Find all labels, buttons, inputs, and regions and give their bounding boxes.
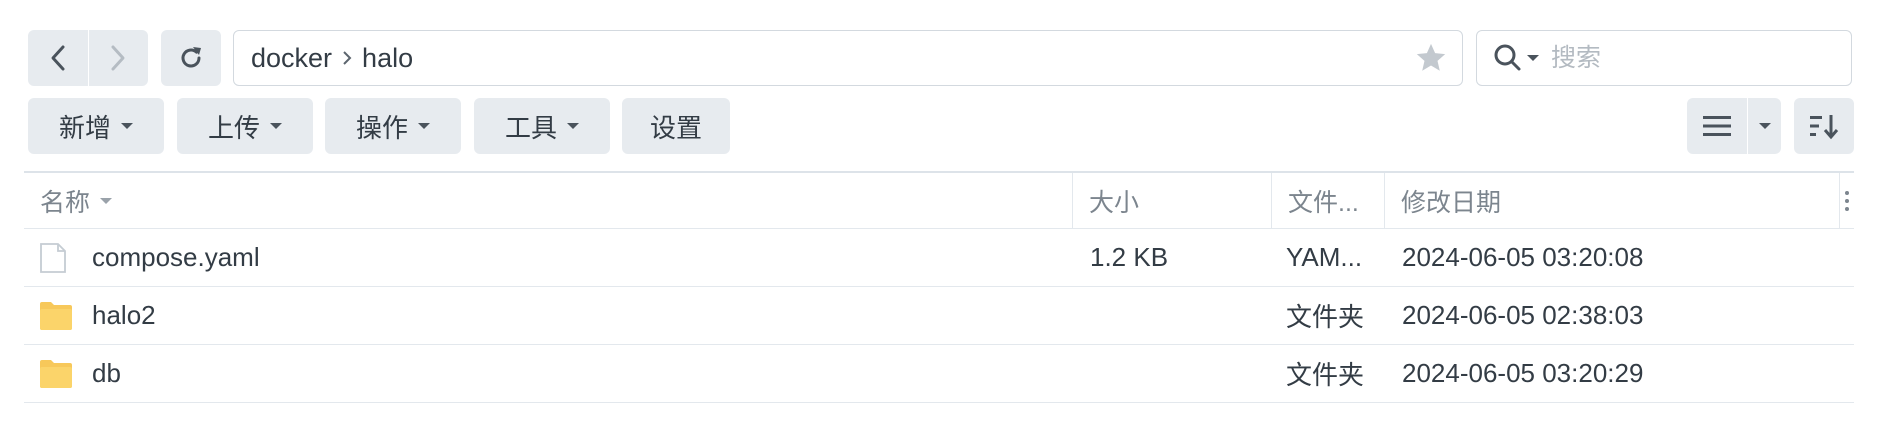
- file-modified: 2024-06-05 03:20:29: [1402, 358, 1644, 388]
- file-type: 文件夹: [1286, 302, 1365, 332]
- breadcrumb-segment-docker[interactable]: docker: [251, 43, 332, 74]
- create-button-label: 新增: [58, 112, 111, 143]
- create-button[interactable]: 新增: [28, 98, 164, 154]
- file-icon: [39, 242, 67, 279]
- column-name-label: 名称: [40, 189, 91, 217]
- column-header-name[interactable]: 名称: [24, 173, 1072, 229]
- column-modified-label: 修改日期: [1401, 189, 1502, 217]
- more-vertical-icon: [1845, 191, 1849, 211]
- chevron-left-icon: [51, 45, 65, 71]
- column-header-modified[interactable]: 修改日期: [1384, 173, 1839, 229]
- chevron-right-icon: [111, 45, 125, 71]
- table-header: 名称 大小 文件... 修改日期: [24, 171, 1854, 229]
- sort-button[interactable]: [1794, 98, 1854, 154]
- folder-icon: [39, 359, 73, 394]
- chevron-down-icon[interactable]: [1748, 123, 1781, 129]
- file-table: 名称 大小 文件... 修改日期 compose.yaml 1.2 KB YAM…: [24, 171, 1854, 403]
- list-view-icon: [1687, 114, 1747, 138]
- folder-icon: [39, 301, 73, 336]
- file-modified: 2024-06-05 03:20:08: [1402, 242, 1644, 272]
- back-button[interactable]: [28, 30, 88, 86]
- file-name[interactable]: compose.yaml: [92, 229, 260, 286]
- chevron-down-icon: [418, 123, 430, 129]
- column-type-label: 文件...: [1288, 189, 1359, 217]
- file-type: 文件夹: [1286, 360, 1365, 390]
- folder-name[interactable]: halo2: [92, 287, 156, 344]
- forward-button[interactable]: [88, 30, 148, 86]
- search-input[interactable]: [1549, 42, 1813, 74]
- file-modified: 2024-06-05 02:38:03: [1402, 300, 1644, 330]
- chevron-down-icon: [567, 123, 579, 129]
- file-size: 1.2 KB: [1090, 242, 1169, 272]
- column-size-label: 大小: [1089, 189, 1140, 217]
- file-type: YAM...: [1286, 242, 1363, 272]
- view-mode-button[interactable]: [1687, 98, 1781, 154]
- tools-button-label: 工具: [504, 112, 557, 143]
- upload-button-label: 上传: [207, 112, 260, 143]
- settings-button[interactable]: 设置: [622, 98, 730, 154]
- search-icon[interactable]: [1493, 43, 1523, 73]
- sort-chevron-down-icon: [100, 198, 113, 204]
- chevron-down-icon: [121, 123, 133, 129]
- action-button-label: 操作: [355, 112, 408, 143]
- upload-button[interactable]: 上传: [177, 98, 313, 154]
- table-row[interactable]: db 文件夹 2024-06-05 03:20:29: [24, 345, 1854, 403]
- refresh-button[interactable]: [161, 30, 221, 86]
- action-button[interactable]: 操作: [325, 98, 461, 154]
- table-row[interactable]: halo2 文件夹 2024-06-05 02:38:03: [24, 287, 1854, 345]
- search-box[interactable]: [1476, 30, 1852, 86]
- breadcrumb-segment-halo[interactable]: halo: [362, 43, 413, 74]
- breadcrumb-separator-icon: [342, 50, 352, 66]
- folder-name[interactable]: db: [92, 345, 121, 402]
- history-nav: [28, 30, 148, 86]
- column-header-size[interactable]: 大小: [1072, 173, 1271, 229]
- chevron-down-icon: [270, 123, 282, 129]
- star-icon[interactable]: [1414, 41, 1448, 82]
- sort-icon: [1810, 115, 1839, 140]
- column-options-button[interactable]: [1839, 173, 1854, 229]
- refresh-icon: [181, 47, 201, 68]
- column-header-type[interactable]: 文件...: [1271, 173, 1384, 229]
- tools-button[interactable]: 工具: [474, 98, 610, 154]
- search-options-chevron-down-icon[interactable]: [1527, 55, 1539, 61]
- settings-button-label: 设置: [649, 112, 702, 143]
- path-breadcrumb[interactable]: docker halo: [233, 30, 1463, 86]
- table-row[interactable]: compose.yaml 1.2 KB YAM... 2024-06-05 03…: [24, 229, 1854, 287]
